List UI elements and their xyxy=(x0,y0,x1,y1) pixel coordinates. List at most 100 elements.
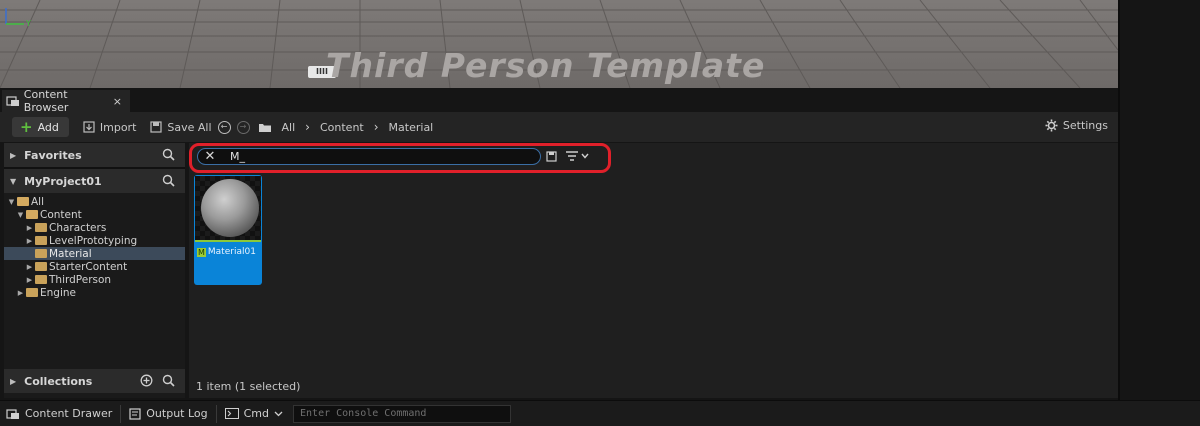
tab-row: Content Browser × xyxy=(0,88,1118,114)
asset-name: M Material01 xyxy=(197,247,256,257)
sources-panel: ▶ Favorites ▼ MyProject01 ▼ All ▼ Conten… xyxy=(4,143,185,398)
close-icon[interactable]: × xyxy=(113,95,122,108)
tree-label: Engine xyxy=(40,286,76,299)
favorites-label: Favorites xyxy=(24,148,82,162)
search-icon[interactable] xyxy=(162,174,175,187)
settings-label: Settings xyxy=(1062,119,1108,132)
add-label: Add xyxy=(37,120,59,134)
content-browser-icon xyxy=(6,96,19,106)
breadcrumb-all[interactable]: All xyxy=(282,121,296,134)
tree-label: StarterContent xyxy=(49,260,128,273)
asset-view: ✕ M_ M Material01 1 item (1 selected) xyxy=(189,143,1118,398)
axis-gizmo-icon: Y xyxy=(5,8,31,28)
tree-label: LevelPrototyping xyxy=(49,234,138,247)
search-input[interactable]: ✕ M_ xyxy=(197,148,541,165)
folder-icon xyxy=(35,262,47,271)
content-drawer-button[interactable]: Content Drawer xyxy=(6,407,112,420)
tree-item-levelprototyping[interactable]: ▶ LevelPrototyping xyxy=(4,234,185,247)
content-drawer-label: Content Drawer xyxy=(25,407,113,420)
import-label: Import xyxy=(99,120,137,134)
settings-button[interactable]: Settings xyxy=(1045,119,1108,132)
search-icon[interactable] xyxy=(162,148,175,161)
collapse-icon: ▼ xyxy=(8,197,15,206)
breadcrumb-material[interactable]: Material xyxy=(389,121,434,134)
cmd-dropdown[interactable]: Cmd xyxy=(224,407,283,420)
tree-label: Characters xyxy=(49,221,107,234)
expand-icon: ▶ xyxy=(26,262,33,271)
add-collection-icon[interactable] xyxy=(140,374,153,387)
gear-icon xyxy=(1045,119,1058,132)
output-log-icon xyxy=(129,407,141,420)
import-button[interactable]: Import xyxy=(83,120,137,134)
filter-icon[interactable] xyxy=(565,150,591,162)
expand-icon: ▶ xyxy=(17,288,24,297)
tree-item-content[interactable]: ▼ Content xyxy=(4,208,185,221)
folder-tree: ▼ All ▼ Content ▶ Characters ▶ LevelProt… xyxy=(4,193,185,378)
tab-content-browser[interactable]: Content Browser × xyxy=(2,88,130,114)
tree-item-startercontent[interactable]: ▶ StarterContent xyxy=(4,260,185,273)
output-log-label: Output Log xyxy=(146,407,208,420)
output-log-button[interactable]: Output Log xyxy=(129,407,208,420)
folder-icon xyxy=(35,275,47,284)
breadcrumb-content[interactable]: Content xyxy=(320,121,364,134)
cmd-label: Cmd xyxy=(243,407,270,420)
tree-label: Content xyxy=(40,208,82,221)
viewport-title: Third Person Template xyxy=(326,46,766,85)
collapse-icon: ▼ xyxy=(17,210,24,219)
import-icon xyxy=(83,121,95,133)
tree-label: All xyxy=(31,195,45,208)
asset-tile[interactable]: M Material01 xyxy=(194,175,262,285)
tab-label: Content Browser xyxy=(23,88,69,114)
content-drawer-icon xyxy=(6,408,19,419)
material-badge: M xyxy=(197,247,206,257)
material-sphere-icon xyxy=(201,179,259,237)
add-button[interactable]: + Add xyxy=(12,117,69,137)
folder-open-icon xyxy=(26,210,38,219)
expand-icon: ▶ xyxy=(26,275,33,284)
asset-type-bar xyxy=(195,240,261,242)
status-bar: Content Drawer Output Log Cmd Enter Cons… xyxy=(0,400,1200,426)
expand-icon: ▶ xyxy=(26,223,33,232)
console-input[interactable]: Enter Console Command xyxy=(293,404,512,423)
clear-search-icon[interactable]: ✕ xyxy=(202,149,218,164)
collections-header[interactable]: ▶ Collections xyxy=(4,369,185,393)
search-value: M_ xyxy=(230,150,245,163)
search-icon[interactable] xyxy=(162,374,175,387)
save-all-label: Save All xyxy=(167,120,212,134)
toolbar: + Add Import Save All ← → All › Content … xyxy=(0,112,1118,142)
chevron-right-icon[interactable]: › xyxy=(305,120,310,134)
folder-icon xyxy=(26,288,38,297)
chevron-right-icon[interactable]: › xyxy=(374,120,379,134)
back-icon[interactable]: ← xyxy=(217,120,231,134)
tree-item-material[interactable]: Material xyxy=(4,247,185,260)
folder-open-icon xyxy=(17,197,29,206)
folder-icon xyxy=(35,249,47,258)
save-all-button[interactable]: Save All xyxy=(150,120,212,134)
folder-icon[interactable] xyxy=(258,122,272,133)
favorites-header[interactable]: ▶ Favorites xyxy=(4,143,185,167)
axis-label: Y xyxy=(25,19,31,28)
project-label: MyProject01 xyxy=(24,174,102,188)
status-text: 1 item (1 selected) xyxy=(196,380,301,393)
expand-icon: ▶ xyxy=(26,236,33,245)
save-icon xyxy=(150,121,162,133)
tree-item-characters[interactable]: ▶ Characters xyxy=(4,221,185,234)
level-viewport[interactable]: Y IIII Third Person Template xyxy=(0,0,1118,88)
tree-label: ThirdPerson xyxy=(49,273,112,286)
save-search-icon[interactable] xyxy=(546,151,557,162)
asset-label: Material01 xyxy=(207,247,256,257)
expand-icon: ▶ xyxy=(10,376,17,386)
forward-icon[interactable]: → xyxy=(236,120,250,134)
expand-icon: ▶ xyxy=(10,150,17,160)
tree-item-engine[interactable]: ▶ Engine xyxy=(4,286,185,299)
right-panel xyxy=(1118,0,1200,400)
project-header[interactable]: ▼ MyProject01 xyxy=(4,169,185,193)
folder-icon xyxy=(35,236,47,245)
tree-item-all[interactable]: ▼ All xyxy=(4,195,185,208)
tree-item-thirdperson[interactable]: ▶ ThirdPerson xyxy=(4,273,185,286)
plus-icon: + xyxy=(20,117,33,136)
folder-icon xyxy=(35,223,47,232)
asset-thumbnail xyxy=(195,176,261,240)
collections-label: Collections xyxy=(24,374,93,388)
tree-label: Material xyxy=(49,247,92,260)
